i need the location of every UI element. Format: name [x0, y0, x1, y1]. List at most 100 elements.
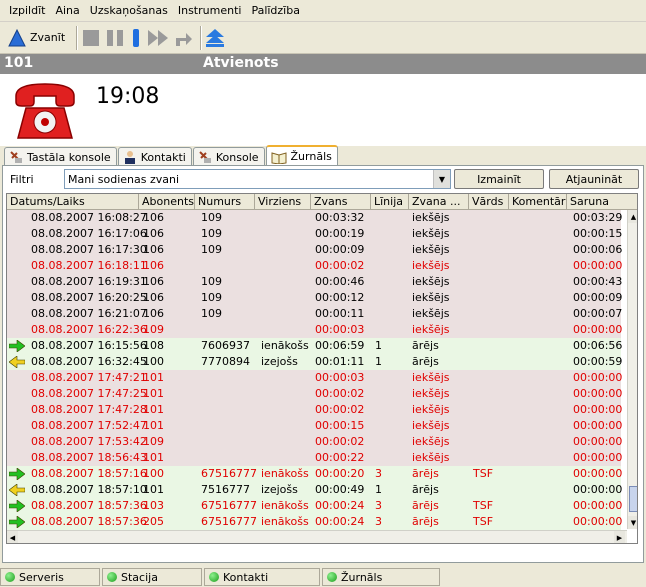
- cell-line: 3: [375, 515, 382, 528]
- cell-date: 08.08.2007 16:20:25: [31, 291, 147, 304]
- menu-item-izpildit[interactable]: Izpildīt: [4, 0, 50, 22]
- cell-call-duration: 00:01:11: [315, 355, 365, 368]
- table-row[interactable]: 08.08.2007 16:17:06 106 109 00:00:19 iekšējs…: [7, 226, 622, 242]
- menu-item-uzskanosanas[interactable]: Uzskaņošanas: [85, 0, 173, 22]
- table-row[interactable]: 08.08.2007 18:57:16 100 67516777 ienākošs 00…: [7, 466, 622, 482]
- cell-number: 109: [201, 275, 222, 288]
- toolbar-separator: [76, 25, 79, 50]
- incoming-arrow-icon: [9, 340, 25, 352]
- cell-talk-duration: 00:00:00: [573, 515, 623, 528]
- cell-subscriber: 106: [143, 275, 164, 288]
- change-filter-button[interactable]: Izmainīt: [454, 169, 544, 189]
- table-row[interactable]: 08.08.2007 17:53:42 109 00:00:02 iekšējs 00:…: [7, 434, 623, 450]
- filter-dropdown[interactable]: Mani sodienas zvani ▼: [64, 169, 451, 189]
- hold-icon: [133, 28, 140, 47]
- scroll-left-icon[interactable]: ◀: [7, 531, 18, 543]
- column-header-talk[interactable]: Saruna: [567, 194, 637, 210]
- filter-value: Mani sodienas zvani: [68, 173, 180, 186]
- table-row[interactable]: 08.08.2007 16:15:56 108 7606937 ienākošs 00:…: [7, 338, 622, 354]
- scroll-thumb[interactable]: [629, 486, 637, 512]
- cell-call-type: iekšējs: [412, 243, 450, 256]
- table-row[interactable]: 08.08.2007 16:18:11 106 00:00:02 iekšējs 00:…: [7, 258, 622, 274]
- call-button[interactable]: Zvanīt: [4, 25, 69, 51]
- column-header-line[interactable]: Līnija: [371, 194, 409, 210]
- tab-konsole[interactable]: Konsole: [192, 147, 265, 166]
- cell-call-type: iekšējs: [412, 291, 450, 304]
- scroll-right-icon[interactable]: ▶: [614, 531, 625, 543]
- table-row[interactable]: 08.08.2007 16:17:30 106 109 00:00:09 iekšējs…: [7, 242, 622, 258]
- status-label: Stacija: [121, 570, 158, 584]
- cell-talk-duration: 00:00:00: [573, 323, 623, 336]
- table-row[interactable]: 08.08.2007 18:57:10 101 7516777 izejošs 00:0…: [7, 482, 622, 498]
- table-row[interactable]: 08.08.2007 17:47:21 101 00:00:03 iekšējs 00:…: [7, 370, 622, 386]
- cell-subscriber: 106: [143, 291, 164, 304]
- menu-item-aina[interactable]: Aina: [50, 0, 84, 22]
- scroll-down-icon[interactable]: ▼: [628, 516, 637, 529]
- filter-bar: Filtri Mani sodienas zvani ▼ Izmainīt At…: [6, 169, 639, 191]
- table-row[interactable]: 08.08.2007 16:20:25 106 109 00:00:12 iekšējs…: [7, 290, 622, 306]
- table-row[interactable]: 08.08.2007 17:52:47 101 00:00:15 iekšējs 00:…: [7, 418, 622, 434]
- call-button-label: Zvanīt: [30, 31, 66, 44]
- column-header-direction[interactable]: Virziens: [255, 194, 311, 210]
- chevron-down-icon[interactable]: ▼: [433, 170, 450, 188]
- cell-talk-duration: 00:00:59: [573, 355, 623, 368]
- tab-kontakti[interactable]: Kontakti: [117, 147, 192, 166]
- pause-icon: [107, 29, 124, 46]
- eject-button[interactable]: [205, 25, 225, 51]
- cell-date: 08.08.2007 18:56:43: [31, 451, 147, 464]
- table-row[interactable]: 08.08.2007 16:21:07 106 109 00:00:11 iekšējs…: [7, 306, 622, 322]
- cell-call-duration: 00:00:49: [315, 483, 365, 496]
- menu-item-palidziba[interactable]: Palīdzība: [246, 0, 305, 22]
- cell-line: 3: [375, 467, 382, 480]
- cell-call-duration: 00:00:20: [315, 467, 365, 480]
- tab-label: Žurnāls: [290, 150, 332, 163]
- column-header-name[interactable]: Vārds: [469, 194, 509, 210]
- status-dot-icon: [327, 572, 337, 582]
- cell-talk-duration: 00:00:00: [573, 499, 623, 512]
- table-row[interactable]: 08.08.2007 18:57:36 103 67516777 ienākošs 00…: [7, 498, 623, 514]
- refresh-button[interactable]: Atjaunināt: [549, 169, 639, 189]
- table-row[interactable]: 08.08.2007 16:32:45 100 7770894 izejošs 00:0…: [7, 354, 623, 370]
- table-row[interactable]: 08.08.2007 16:22:36 109 00:00:03 iekšējs 00:…: [7, 322, 623, 338]
- vertical-scrollbar[interactable]: ▲ ▼: [627, 210, 637, 529]
- column-header-comments[interactable]: Komentāri: [509, 194, 567, 210]
- hold-button[interactable]: [129, 25, 143, 51]
- cell-number: 7516777: [201, 483, 250, 496]
- tab-zurnals[interactable]: Žurnāls: [265, 145, 338, 166]
- cell-call-type: iekšējs: [412, 435, 450, 448]
- tab-tastala-konsole[interactable]: Tastāla konsole: [4, 147, 117, 166]
- cell-talk-duration: 00:00:00: [573, 435, 623, 448]
- cell-direction: ienākošs: [261, 515, 309, 528]
- cell-subscriber: 106: [143, 243, 164, 256]
- table-row[interactable]: 08.08.2007 16:19:31 106 109 00:00:46 iekšējs…: [7, 274, 622, 290]
- cell-call-duration: 00:00:46: [315, 275, 365, 288]
- table-row[interactable]: 08.08.2007 18:57:36 205 67516777 ienākošs 00…: [7, 514, 623, 530]
- forward-button[interactable]: [147, 25, 169, 51]
- cell-number: 7606937: [201, 339, 250, 352]
- horizontal-scrollbar[interactable]: ◀ ▶: [7, 530, 627, 543]
- menu-item-instrumenti[interactable]: Instrumenti: [173, 0, 247, 22]
- cell-subscriber: 100: [143, 355, 164, 368]
- scroll-up-icon[interactable]: ▲: [628, 210, 637, 223]
- column-header-call-type[interactable]: Zvana ...: [409, 194, 469, 210]
- cell-number: 67516777: [201, 467, 257, 480]
- cell-direction: izejošs: [261, 355, 298, 368]
- table-row[interactable]: 08.08.2007 17:47:25 101 00:00:02 iekšējs 00:…: [7, 386, 622, 402]
- column-header-date[interactable]: Datums/Laiks: [7, 194, 139, 210]
- tab-label: Tastāla konsole: [27, 150, 111, 164]
- column-header-number[interactable]: Numurs: [195, 194, 255, 210]
- column-header-subscriber[interactable]: Abonents: [139, 194, 195, 210]
- cell-subscriber: 101: [143, 371, 164, 384]
- table-row[interactable]: 08.08.2007 17:47:28 101 00:00:02 iekšējs 00:…: [7, 402, 622, 418]
- transfer-button[interactable]: [173, 25, 193, 51]
- column-header-call[interactable]: Zvans: [311, 194, 371, 210]
- status-dot-icon: [209, 572, 219, 582]
- pause-button[interactable]: [105, 25, 125, 51]
- cell-call-duration: 00:00:03: [315, 371, 365, 384]
- cell-call-duration: 00:00:15: [315, 419, 365, 432]
- table-row[interactable]: 08.08.2007 18:56:43 101 00:00:22 iekšējs 00:…: [7, 450, 622, 466]
- cell-call-duration: 00:06:59: [315, 339, 365, 352]
- stop-button[interactable]: [81, 25, 101, 51]
- status-journal: Žurnāls: [322, 568, 440, 586]
- table-row[interactable]: 08.08.2007 16:08:27 106 109 00:03:32 iekšējs…: [7, 210, 622, 226]
